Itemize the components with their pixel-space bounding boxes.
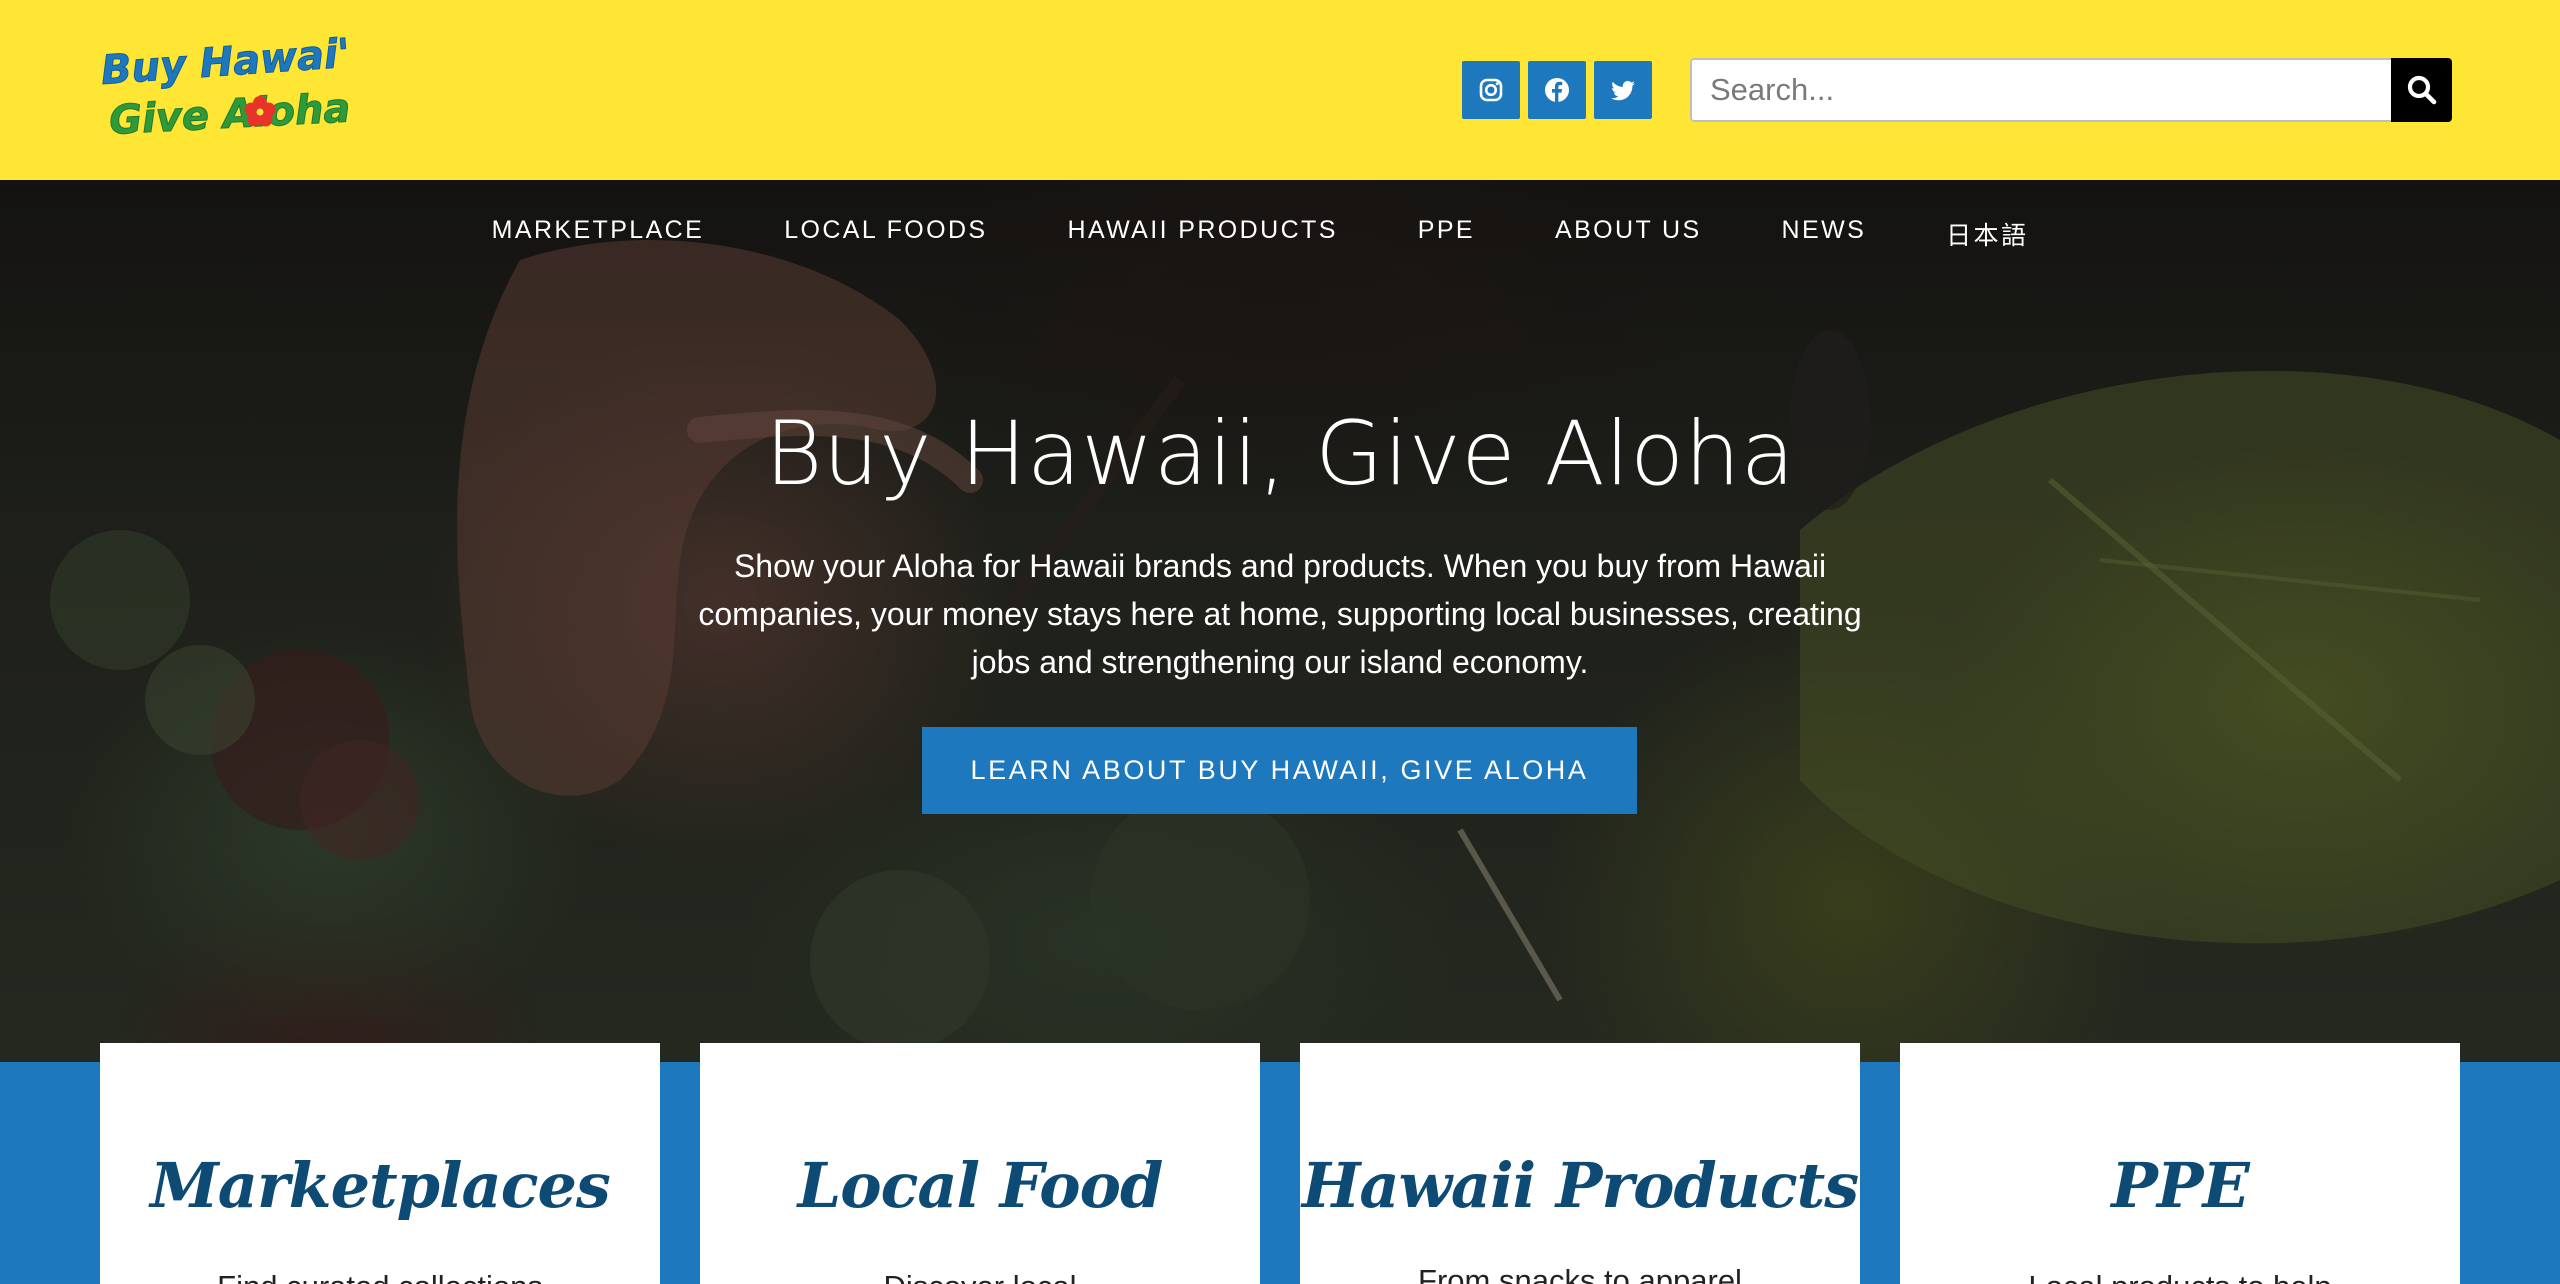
card-description: Discover local (700, 1269, 1260, 1284)
card-ppe[interactable]: PPE Local products to help (1900, 1043, 2460, 1284)
nav-item-ppe[interactable]: PPE (1378, 216, 1515, 252)
card-description: From snacks to apparel (1418, 1263, 1742, 1284)
card-title: Hawaii Products (1301, 1149, 1859, 1222)
card-description: Local products to help (1900, 1269, 2460, 1284)
search-input[interactable] (1690, 58, 2391, 122)
learn-more-button[interactable]: LEARN ABOUT BUY HAWAII, GIVE ALOHA (922, 727, 1637, 814)
main-nav: MARKETPLACE LOCAL FOODS HAWAII PRODUCTS … (0, 216, 2560, 252)
hero-section: MARKETPLACE LOCAL FOODS HAWAII PRODUCTS … (0, 180, 2560, 1062)
instagram-button[interactable] (1462, 61, 1520, 119)
site-logo[interactable]: Buy Hawai'i Give Aloha (98, 36, 348, 144)
logo-graphic: Buy Hawai'i Give Aloha (99, 36, 348, 144)
hero-description: Show your Aloha for Hawaii brands and pr… (698, 548, 1862, 680)
nav-item-japanese[interactable]: 日本語 (1906, 216, 2068, 252)
search-form (1690, 58, 2452, 122)
nav-item-hawaii-products[interactable]: HAWAII PRODUCTS (1028, 216, 1378, 252)
nav-item-local-foods[interactable]: LOCAL FOODS (744, 216, 1027, 252)
instagram-icon (1479, 78, 1503, 102)
nav-item-news[interactable]: NEWS (1742, 216, 1907, 252)
card-local-food[interactable]: Local Food Discover local (700, 1043, 1260, 1284)
card-title: PPE (2111, 1149, 2250, 1222)
card-title: Local Food (797, 1149, 1164, 1222)
hero-title: Buy Hawaii, Give Aloha (764, 402, 1796, 505)
logo-line-2: Give Aloha (108, 85, 348, 144)
facebook-icon (1545, 78, 1569, 102)
site-header: Buy Hawai'i Give Aloha (0, 0, 2560, 180)
nav-item-about-us[interactable]: ABOUT US (1515, 216, 1742, 252)
card-description: Find curated collections (100, 1269, 660, 1284)
card-title: Marketplaces (150, 1149, 611, 1222)
nav-item-marketplace[interactable]: MARKETPLACE (492, 216, 745, 252)
search-button[interactable] (2391, 58, 2452, 122)
search-icon (2407, 75, 2436, 105)
logo-line-1: Buy Hawai'i (99, 36, 348, 94)
social-links (1462, 61, 1652, 119)
card-marketplaces[interactable]: Marketplaces Find curated collections (100, 1043, 660, 1284)
facebook-button[interactable] (1528, 61, 1586, 119)
twitter-icon (1611, 81, 1635, 101)
twitter-button[interactable] (1594, 61, 1652, 119)
card-hawaii-products[interactable]: Hawaii Products From snacks to apparel (1300, 1043, 1860, 1284)
